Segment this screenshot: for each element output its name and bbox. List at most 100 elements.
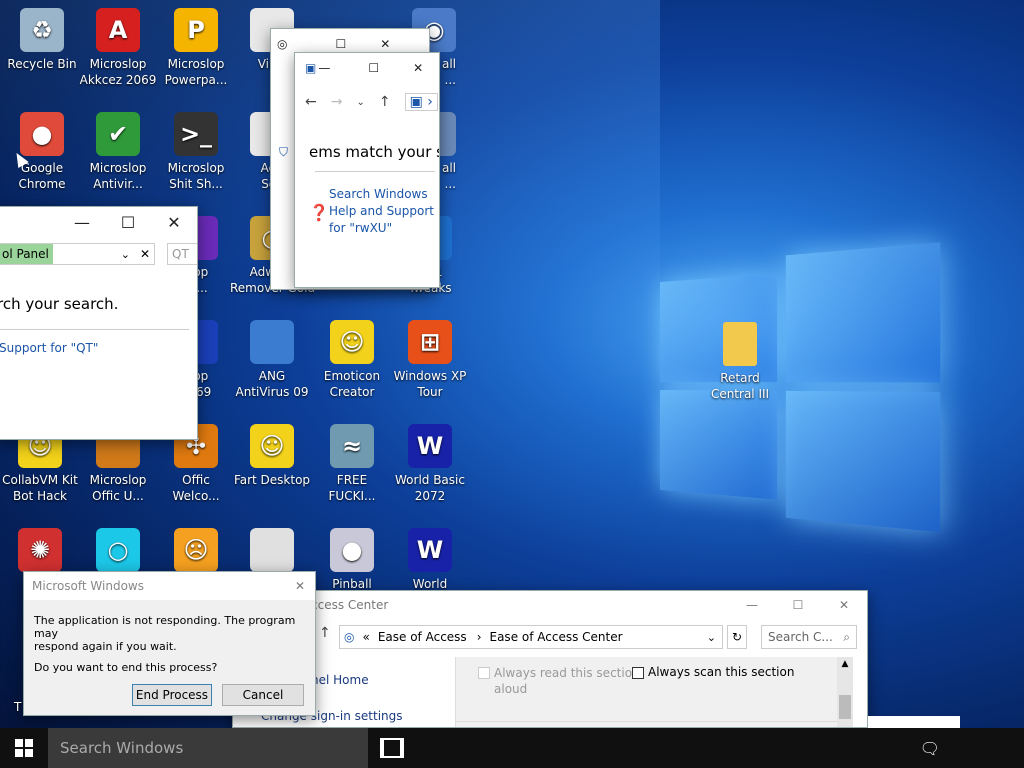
minimize-button[interactable]: —	[729, 598, 775, 612]
emoticon-icon: ☺	[250, 424, 294, 468]
window-title: —	[318, 61, 331, 75]
desktop-icon-pinball[interactable]: ● Pinball	[310, 528, 394, 592]
taskbar-search-input[interactable]: Search Windows	[48, 728, 368, 768]
message-line-1: The application is not responding. The p…	[34, 614, 296, 640]
desktop-icon-xptour[interactable]: ⊞ Windows XP Tour	[388, 320, 472, 400]
forward-arrow-icon[interactable]: →	[331, 94, 343, 110]
address-text: ol Panel	[0, 244, 53, 264]
desktop-icon-powerpa[interactable]: P Microslop Powerpa...	[154, 8, 238, 88]
desktop-icon-emoticon[interactable]: ☺ Emoticon Creator	[310, 320, 394, 400]
link-line-3: for "rwXU"	[329, 221, 393, 235]
task-view-icon[interactable]	[380, 738, 404, 758]
desktop-icon-label2: Tour	[417, 385, 443, 399]
not-responding-dialog[interactable]: Microsoft Windows ✕ The application is n…	[23, 571, 316, 716]
scan-checkbox[interactable]	[632, 667, 644, 679]
desktop-icon-label2: AntiVirus 09	[235, 385, 309, 399]
address-bar[interactable]: ol Panel ⌄ ✕	[0, 243, 155, 265]
desktop-icon-label: FREE	[336, 473, 368, 487]
app-icon: ◎	[277, 37, 288, 51]
breadcrumb-ease-of-access[interactable]: Ease of Access	[378, 630, 467, 644]
control-panel-icon: ◎	[344, 630, 355, 644]
desktop-icon-chrome[interactable]: ● Google Chrome	[0, 112, 84, 192]
w-icon: W	[408, 528, 452, 572]
no-results-message: rch your search.	[0, 295, 119, 313]
cancel-button[interactable]: Cancel	[222, 684, 304, 706]
desktop-icon-recycle-bin[interactable]: ♻ Recycle Bin	[0, 8, 84, 72]
up-arrow-icon[interactable]: ↑	[319, 625, 331, 641]
notifications-icon[interactable]: 🗨	[920, 739, 940, 758]
close-button[interactable]: ✕	[380, 37, 390, 51]
desktop-icon-win2[interactable]	[230, 528, 314, 576]
desktop-icon-label: Windows XP	[393, 369, 467, 383]
title-bar: — ☐ ✕	[0, 207, 197, 237]
help-support-link[interactable]: Search Windows Help and Support for "rwX…	[329, 186, 434, 237]
address-bar[interactable]: ◎ « Ease of Access › Ease of Access Cent…	[339, 625, 723, 649]
maximize-button[interactable]: ☐	[105, 207, 151, 237]
desktop-icon-worldbasic[interactable]: W World Basic 2072	[388, 424, 472, 504]
desktop-icon-label2: Welco...	[172, 489, 220, 503]
fish-icon: ≈	[330, 424, 374, 468]
window-icon	[250, 528, 294, 572]
desktop-icon-ang[interactable]: ANG AntiVirus 09	[230, 320, 314, 400]
scrollbar[interactable]: ▲	[837, 657, 853, 727]
chrome-icon: ●	[20, 112, 64, 156]
close-button[interactable]: ✕	[821, 598, 867, 612]
title-bar: ▣ — ☐ ✕	[295, 53, 439, 83]
maximize-button[interactable]: ☐	[335, 37, 346, 51]
colorful-gear-icon: ✺	[18, 528, 62, 572]
nav-control-panel-home[interactable]: nel Home	[311, 673, 369, 687]
end-process-button[interactable]: End Process	[132, 684, 212, 706]
close-button[interactable]: ✕	[413, 61, 423, 75]
desktop-icon-fart[interactable]: ☺ Fart Desktop	[230, 424, 314, 488]
up-arrow-icon[interactable]: ↑	[379, 94, 391, 110]
close-button[interactable]: ✕	[151, 207, 197, 237]
back-arrow-icon[interactable]: ←	[305, 94, 317, 110]
desktop-icon-label: Google	[20, 161, 64, 175]
explorer-window-top[interactable]: ▣ — ☐ ✕ ← → ⌄ ↑ ▣ › ems match your se ❓ …	[294, 52, 440, 288]
address-bar[interactable]: ▣ ›	[404, 93, 438, 111]
ring-icon: ○	[96, 528, 140, 572]
chevron-down-icon[interactable]: ⌄	[707, 631, 716, 644]
no-results-message: ems match your se	[309, 143, 440, 161]
chevron-down-icon[interactable]: ⌄	[356, 97, 364, 108]
search-placeholder: Search C...	[768, 630, 833, 644]
help-icon: ❓	[309, 203, 329, 222]
desktop-icon-retard-central[interactable]: Retard Central III	[698, 322, 782, 402]
window-icon	[250, 320, 294, 364]
desktop-icon-label: Emoticon	[323, 369, 381, 383]
desktop-icon-akkcez[interactable]: A Microslop Akkcez 2069	[76, 8, 160, 88]
help-support-link[interactable]: Support for "QT"	[0, 341, 98, 355]
breadcrumb-ease-center[interactable]: Ease of Access Center	[490, 630, 623, 644]
desktop-icon-label2: Creator	[329, 385, 375, 399]
windows-logo-icon	[15, 739, 33, 757]
maximize-button[interactable]: ☐	[368, 61, 379, 75]
recycle-bin-icon: ♻	[20, 8, 64, 52]
desktop-icon-label2: Powerpa...	[164, 73, 228, 87]
chevron-down-icon[interactable]: ⌄	[121, 248, 130, 261]
desktop-icon-emoji2[interactable]: ☹	[154, 528, 238, 576]
start-button[interactable]	[0, 728, 48, 768]
refresh-icon[interactable]: ↻	[727, 625, 747, 649]
desktop-icon-ring2[interactable]: ○	[76, 528, 160, 576]
desktop-icon-antivir[interactable]: ✔ Microslop Antivir...	[76, 112, 160, 192]
explorer-window-left[interactable]: — ☐ ✕ ol Panel ⌄ ✕ QT rch your search. S…	[0, 206, 198, 440]
minimize-button[interactable]: —	[59, 207, 105, 237]
settings-panel: Always read this section aloud Always sc…	[455, 657, 853, 727]
desktop-icon-world2[interactable]: W World	[388, 528, 472, 592]
desktop-icon-label: ANG	[258, 369, 286, 383]
close-button[interactable]: ✕	[295, 579, 305, 593]
search-input[interactable]: Search C... ⌕	[761, 625, 857, 649]
window-title: ccess Center	[311, 598, 389, 612]
desktop-icon-partial-label: T	[14, 700, 22, 714]
opt1b-line: aloud	[494, 682, 528, 696]
title-bar: ccess Center — ☐ ✕	[233, 591, 867, 619]
read-aloud-checkbox[interactable]	[478, 667, 490, 679]
ease-of-access-window[interactable]: ccess Center — ☐ ✕ ↑ ◎ « Ease of Access …	[232, 590, 868, 728]
maximize-button[interactable]: ☐	[775, 598, 821, 612]
close-icon[interactable]: ✕	[140, 247, 150, 261]
search-input[interactable]: QT	[167, 243, 197, 265]
desktop-icon-label2: Offic U...	[92, 489, 144, 503]
message-line-2: respond again if you wait.	[34, 640, 177, 653]
desktop-icon-fucki[interactable]: ≈ FREE FUCKI...	[310, 424, 394, 504]
desktop-icon-shitsh[interactable]: >_ Microslop Shit Sh...	[154, 112, 238, 192]
